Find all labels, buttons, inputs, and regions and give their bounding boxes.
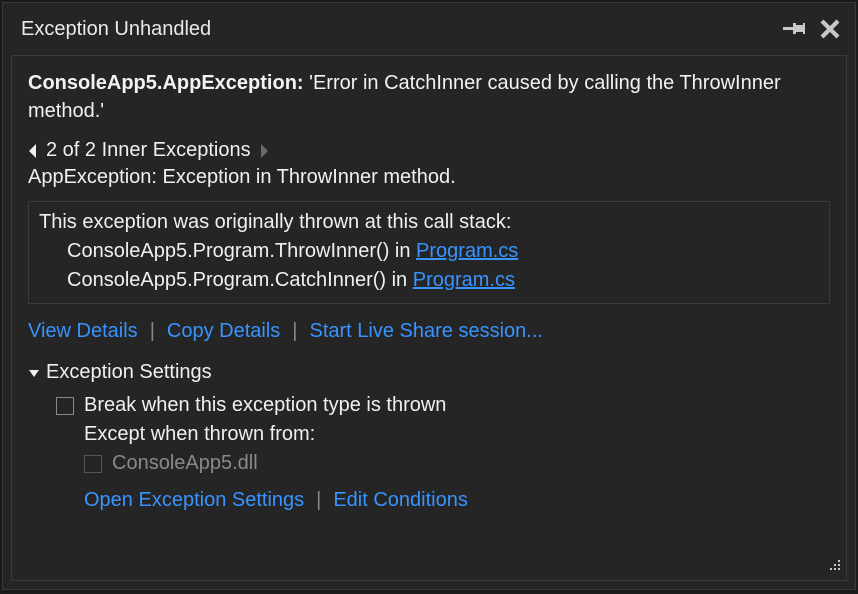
stack-frame: ConsoleApp5.Program.CatchInner() in Prog… — [39, 266, 819, 295]
call-stack-box: This exception was originally thrown at … — [28, 201, 830, 304]
stack-method: ConsoleApp5.Program.ThrowInner() in — [67, 240, 416, 262]
except-module-checkbox — [84, 455, 102, 473]
window-title: Exception Unhandled — [21, 18, 211, 41]
except-module-row: ConsoleApp5.dll — [56, 452, 830, 475]
titlebar-controls — [783, 18, 841, 40]
stack-frame: ConsoleApp5.Program.ThrowInner() in Prog… — [39, 237, 819, 266]
edit-conditions-link[interactable]: Edit Conditions — [333, 489, 468, 512]
exception-message: ConsoleApp5.AppException: 'Error in Catc… — [28, 70, 830, 125]
except-module-label: ConsoleApp5.dll — [112, 452, 258, 475]
open-exception-settings-link[interactable]: Open Exception Settings — [84, 489, 304, 512]
expand-collapse-icon[interactable] — [28, 367, 40, 379]
break-when-thrown-label: Break when this exception type is thrown — [84, 394, 446, 417]
except-when-label: Except when thrown from: — [56, 423, 830, 446]
call-stack-intro: This exception was originally thrown at … — [39, 208, 819, 237]
exception-settings-header[interactable]: Exception Settings — [28, 361, 830, 384]
prev-inner-icon[interactable] — [28, 143, 38, 159]
inner-exception-count: 2 of 2 Inner Exceptions — [46, 139, 251, 162]
exception-type: ConsoleApp5.AppException: — [28, 72, 304, 94]
stack-file-link[interactable]: Program.cs — [413, 269, 515, 291]
titlebar: Exception Unhandled — [3, 3, 855, 55]
copy-details-link[interactable]: Copy Details — [167, 320, 280, 343]
exception-helper-window: Exception Unhandled ConsoleApp5.AppExcep… — [2, 2, 856, 590]
exception-settings-body: Break when this exception type is thrown… — [28, 394, 830, 512]
settings-action-row: Open Exception Settings | Edit Condition… — [56, 489, 830, 512]
live-share-link[interactable]: Start Live Share session... — [309, 320, 542, 343]
stack-method: ConsoleApp5.Program.CatchInner() in — [67, 269, 413, 291]
content-area: ConsoleApp5.AppException: 'Error in Catc… — [11, 55, 847, 581]
inner-exception-text: AppException: Exception in ThrowInner me… — [28, 166, 830, 189]
inner-exception-nav: 2 of 2 Inner Exceptions — [28, 139, 830, 162]
exception-settings-label: Exception Settings — [46, 361, 212, 384]
stack-file-link[interactable]: Program.cs — [416, 240, 518, 262]
pin-icon[interactable] — [783, 21, 805, 37]
separator: | — [150, 320, 155, 343]
separator: | — [292, 320, 297, 343]
next-inner-icon[interactable] — [259, 143, 269, 159]
break-when-thrown-checkbox[interactable] — [56, 397, 74, 415]
separator: | — [316, 489, 321, 512]
break-when-thrown-row: Break when this exception type is thrown — [56, 394, 830, 417]
view-details-link[interactable]: View Details — [28, 320, 138, 343]
resize-grip-icon[interactable] — [828, 556, 842, 578]
action-row: View Details | Copy Details | Start Live… — [28, 320, 830, 343]
close-icon[interactable] — [819, 18, 841, 40]
